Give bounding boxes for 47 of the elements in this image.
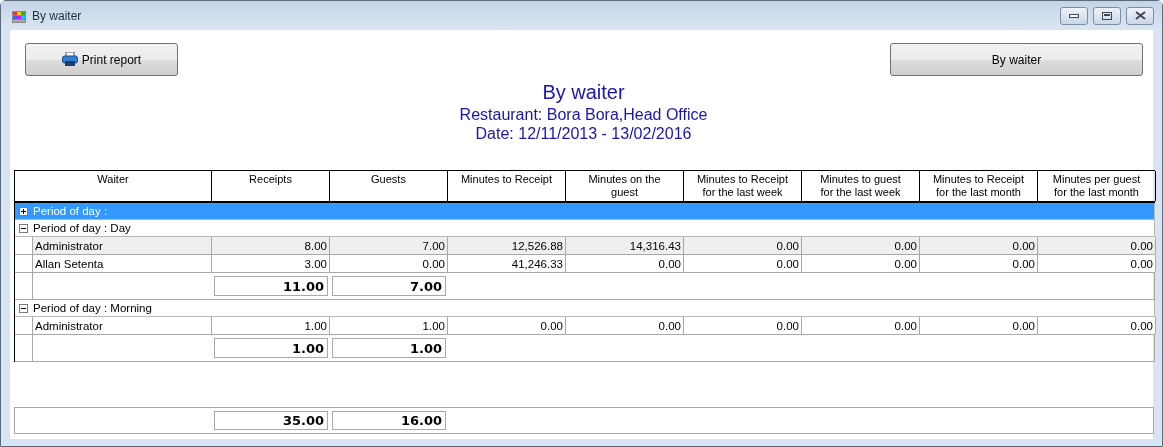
table-cell: 0.00 [684, 237, 802, 254]
group-label: Period of day : Morning [33, 302, 152, 314]
subtotal-cell: 1.00 [332, 338, 446, 358]
view-button[interactable]: By waiter [890, 43, 1143, 76]
subtotal-cell: 7.00 [332, 276, 446, 296]
minimize-icon [1069, 13, 1079, 18]
close-icon [1134, 11, 1146, 20]
expand-icon[interactable] [19, 206, 28, 216]
table-cell: 7.00 [330, 237, 448, 254]
table-cell: Allan Setenta [33, 255, 212, 272]
column-header: Minutes to Receipt [448, 171, 566, 201]
column-header: Guests [330, 171, 448, 201]
collapse-icon[interactable] [19, 223, 28, 233]
group-label: Period of day : [33, 205, 108, 217]
maximize-button[interactable] [1093, 6, 1121, 25]
group-label: Period of day : Day [33, 222, 131, 234]
maximize-icon [1102, 11, 1112, 20]
table-cell: 14,316.43 [566, 237, 684, 254]
table-cell: Administrator [33, 237, 212, 254]
close-button[interactable] [1126, 6, 1154, 25]
column-header: Minutes on the guest [566, 171, 684, 201]
grand-total-cell: 35.00 [214, 411, 328, 430]
subtotal-cell: 1.00 [214, 338, 328, 358]
group-row[interactable]: Period of day : Morning [15, 300, 1155, 317]
column-header: Minutes to guest for the last week [802, 171, 920, 201]
printer-icon [61, 52, 78, 67]
window-title: By waiter [32, 8, 83, 23]
date-range-text: Date: 12/11/2013 - 13/02/2016 [475, 124, 692, 143]
group-row[interactable]: Period of day : Day [15, 220, 1155, 237]
table-cell: 8.00 [212, 237, 330, 254]
table-cell: Administrator [33, 317, 212, 334]
collapse-icon[interactable] [19, 303, 28, 313]
print-report-button[interactable]: Print report [25, 43, 178, 76]
column-header: Minutes to Receipt for the last month [920, 171, 1038, 201]
column-header: Waiter [15, 171, 212, 201]
grand-total-cell: 16.00 [332, 411, 446, 430]
table-cell: 12,526.88 [448, 237, 566, 254]
table-cell: 0.00 [1038, 237, 1156, 254]
column-header: Receipts [212, 171, 330, 201]
restaurant-text: Restaurant: Bora Bora,Head Office [459, 105, 708, 124]
minimize-button[interactable] [1060, 6, 1088, 25]
table-cell: 0.00 [920, 237, 1038, 254]
table-cell: 0.00 [802, 237, 920, 254]
column-header: Minutes per guest for the last month [1038, 171, 1156, 201]
report-title: By waiter [542, 80, 625, 105]
subtotal-cell: 11.00 [214, 276, 328, 296]
column-header: Minutes to Receipt for the last week [684, 171, 802, 201]
